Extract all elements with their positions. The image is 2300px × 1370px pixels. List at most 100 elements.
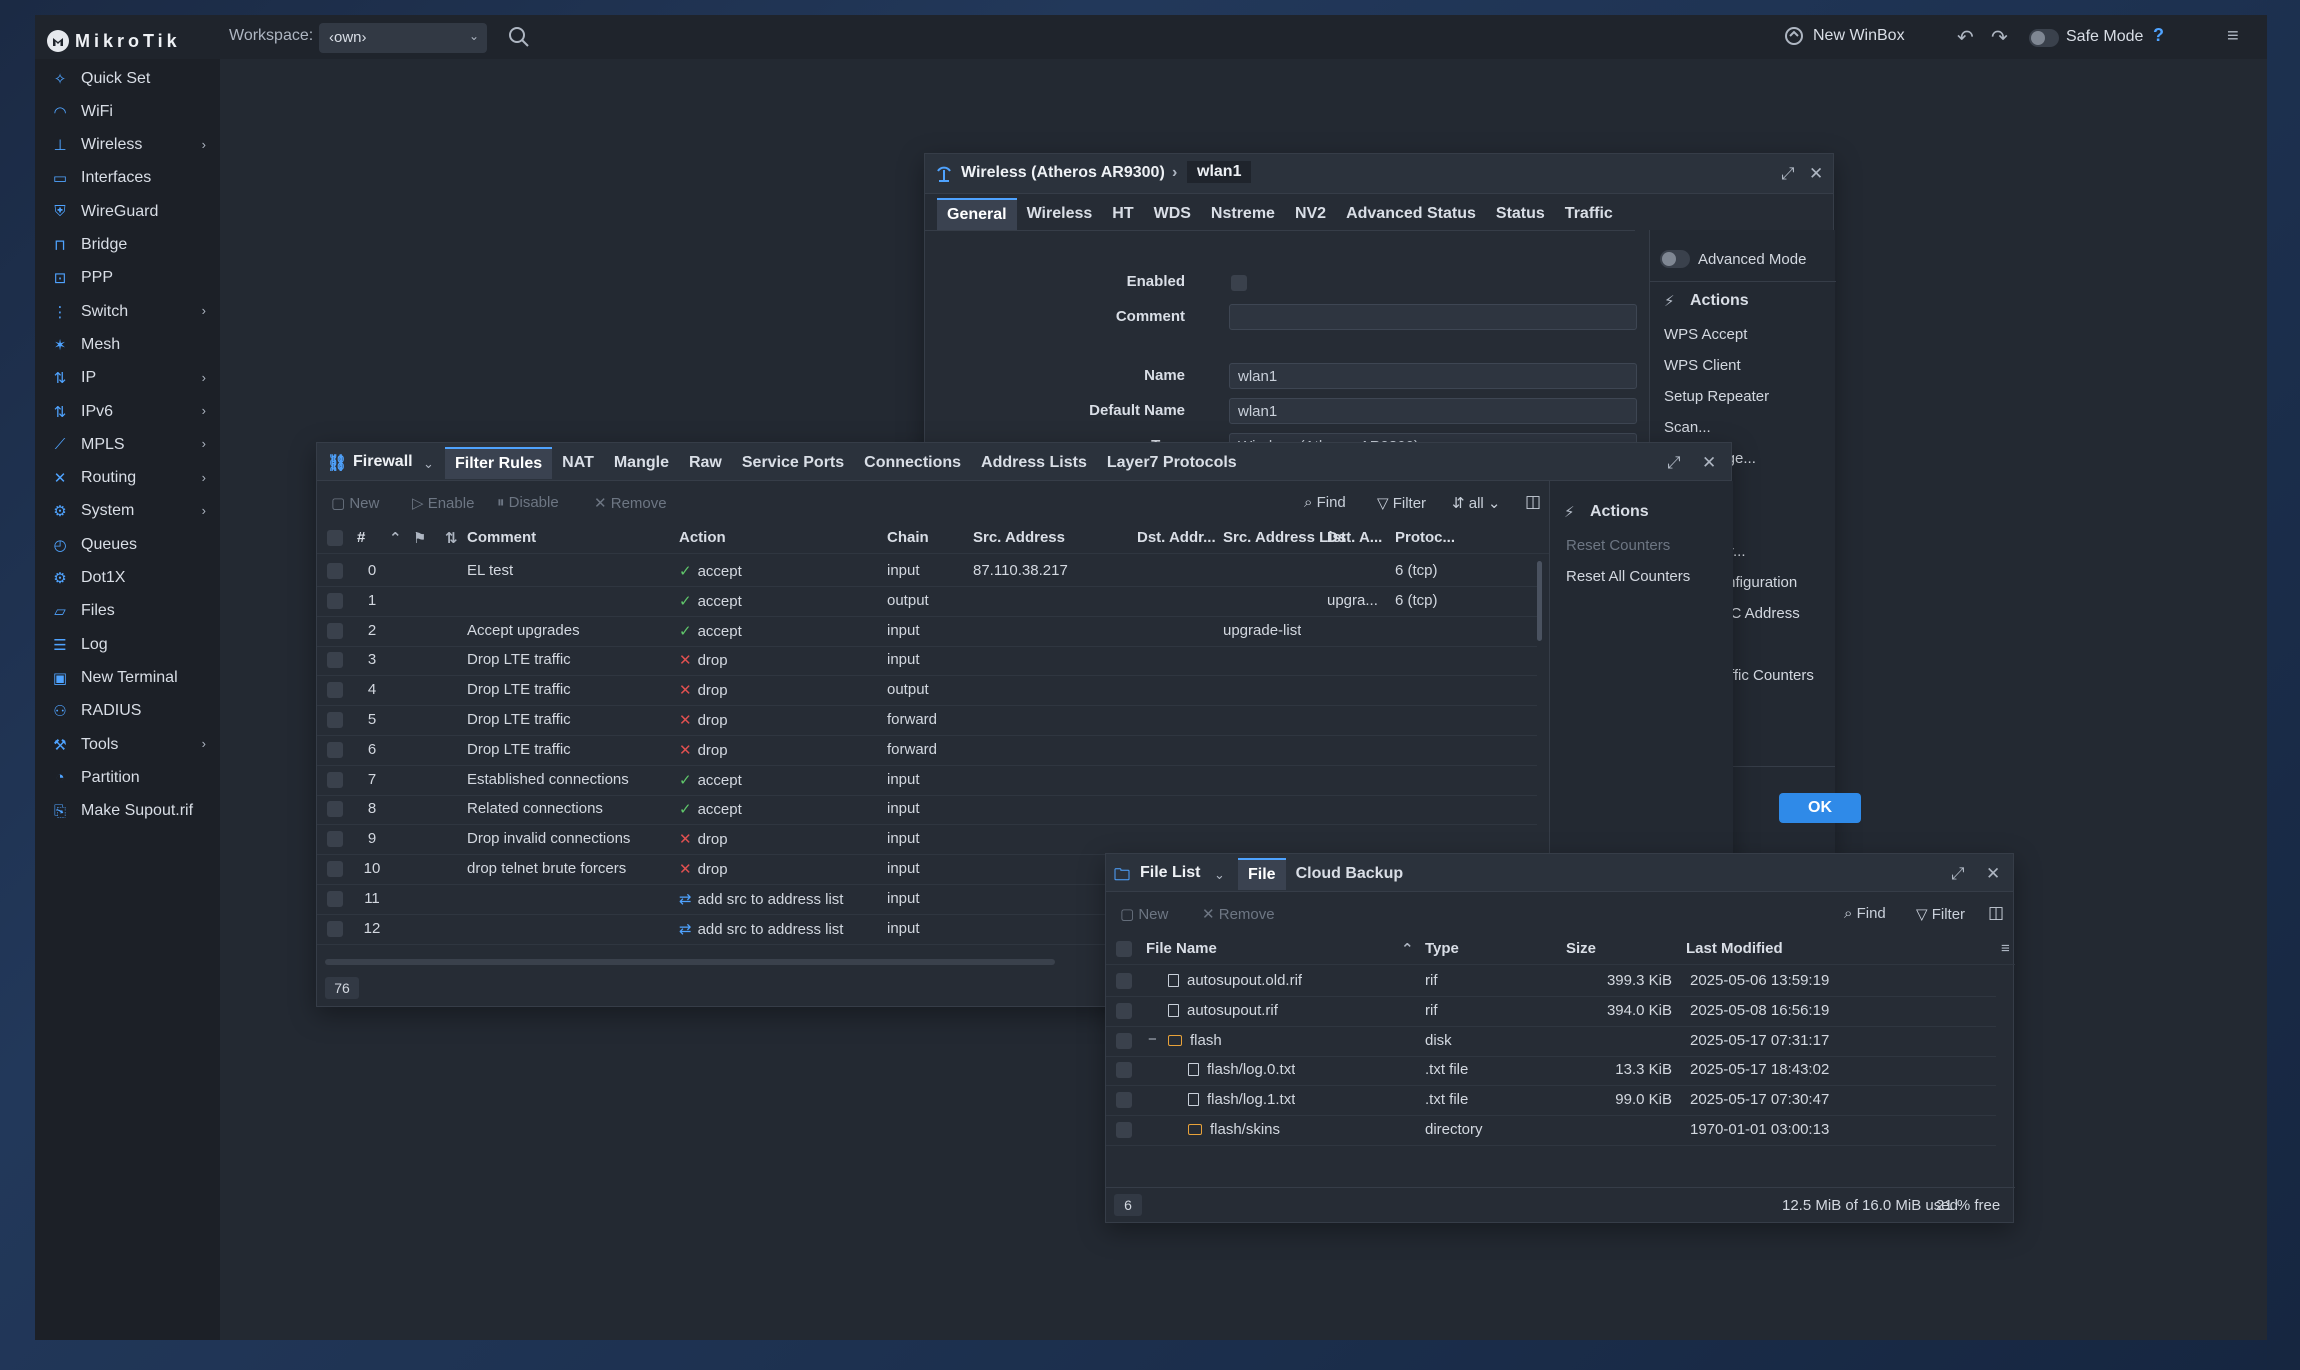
col-last-modified[interactable]: Last Modified [1686, 940, 1783, 957]
firewall-window-titlebar[interactable]: ⛓ Firewall ⌄ Filter Rules NAT Mangle Raw Ser… [317, 443, 1731, 481]
tab-status[interactable]: Status [1486, 198, 1555, 230]
tab-layer7-protocols[interactable]: Layer7 Protocols [1097, 447, 1247, 479]
breadcrumb-wlan1[interactable]: wlan1 [1187, 161, 1252, 183]
chevron-down-icon[interactable]: ⌄ [423, 456, 434, 472]
sidebar-item-wifi[interactable]: ◠ WiFi [35, 95, 220, 128]
new-winbox-button[interactable]: New WinBox [1783, 25, 1905, 47]
action-wps-accept[interactable]: WPS Accept [1664, 326, 1747, 343]
file-row[interactable]: autosupout.old.rif rif 399.3 KiB 2025-05-06… [1106, 967, 2015, 996]
tab-traffic[interactable]: Traffic [1555, 198, 1623, 230]
table-row[interactable]: 8 Related connections ✓ accept input [317, 795, 1537, 824]
row-checkbox[interactable] [327, 831, 343, 848]
columns-panel-icon[interactable]: ◫ [1525, 492, 1541, 512]
hamburger-menu-icon[interactable]: ≡ [2227, 25, 2239, 48]
sidebar-item-radius[interactable]: ⚇ RADIUS [35, 695, 220, 728]
file-row[interactable]: flash/skins directory 1970-01-01 03:00:13 [1106, 1116, 2015, 1145]
tab-address-lists[interactable]: Address Lists [971, 447, 1097, 479]
sort-asc-icon[interactable]: ⌃ [389, 529, 402, 547]
tab-ht[interactable]: HT [1102, 198, 1143, 230]
sidebar-item-mpls[interactable]: ⟋ MPLS › [35, 428, 220, 461]
sidebar-item-new-terminal[interactable]: ▣ New Terminal [35, 661, 220, 694]
row-checkbox[interactable] [327, 890, 343, 907]
col-dst-address[interactable]: Dst. Addr... [1137, 529, 1216, 546]
sidebar-item-partition[interactable]: ◔ Partition [35, 761, 220, 794]
file-remove-button[interactable]: ✕ Remove [1202, 905, 1275, 923]
undo-icon[interactable]: ↶ [1957, 25, 1974, 50]
row-checkbox[interactable] [1116, 1122, 1132, 1138]
table-row[interactable]: 3 Drop LTE traffic ✕ drop input [317, 646, 1537, 675]
sidebar-item-quick-set[interactable]: ✧ Quick Set [35, 62, 220, 95]
row-checkbox[interactable] [327, 861, 343, 877]
tab-advanced-status[interactable]: Advanced Status [1336, 198, 1486, 230]
select-all-checkbox[interactable] [1116, 941, 1132, 957]
tab-nv2[interactable]: NV2 [1285, 198, 1336, 230]
file-row[interactable]: autosupout.rif rif 394.0 KiB 2025-05-08 16:… [1106, 997, 2015, 1026]
table-row[interactable]: 0 EL test ✓ accept input 87.110.38.217 6 (tcp) [317, 557, 1537, 586]
sidebar-item-queues[interactable]: ◴ Queues [35, 528, 220, 561]
sidebar-item-make-supout-rif[interactable]: ⎘ Make Supout.rif [35, 795, 220, 828]
table-row[interactable]: 4 Drop LTE traffic ✕ drop output [317, 676, 1537, 705]
close-icon[interactable]: ✕ [1809, 164, 1823, 184]
chevron-down-icon[interactable]: ⌄ [1214, 867, 1225, 883]
col-file-name[interactable]: File Name [1146, 940, 1217, 957]
flag-icon[interactable]: ⚑ [413, 529, 426, 547]
sidebar-item-tools[interactable]: ⚒ Tools › [35, 728, 220, 761]
sidebar-item-routing[interactable]: ✕ Routing › [35, 462, 220, 495]
col-src-address[interactable]: Src. Address [973, 529, 1065, 546]
file-row[interactable]: − flash disk 2025-05-17 07:31:17 [1106, 1027, 2015, 1056]
sidebar-item-log[interactable]: ☰ Log [35, 628, 220, 661]
row-checkbox[interactable] [327, 682, 343, 699]
advanced-mode-toggle[interactable] [1660, 250, 1690, 268]
file-list-titlebar[interactable]: 🗀 File List ⌄ File Cloud Backup ⤢ ✕ [1106, 854, 2013, 892]
tab-connections[interactable]: Connections [854, 447, 971, 479]
action-reset-counters[interactable]: Reset Counters [1566, 537, 1670, 554]
sidebar-item-switch[interactable]: ⋮ Switch › [35, 295, 220, 328]
search-icon[interactable] [507, 25, 531, 49]
row-checkbox[interactable] [327, 741, 343, 758]
close-icon[interactable]: ✕ [1986, 864, 2000, 884]
tab-general[interactable]: General [937, 198, 1017, 230]
maximize-icon[interactable]: ⤢ [1667, 453, 1681, 473]
select-all-checkbox[interactable] [327, 530, 343, 546]
wireless-window-titlebar[interactable]: Wireless (Atheros AR9300) › wlan1 ⤢ ✕ [925, 154, 1833, 194]
col-type[interactable]: Type [1425, 940, 1459, 957]
table-row[interactable]: 5 Drop LTE traffic ✕ drop forward [317, 706, 1537, 735]
sidebar-item-mesh[interactable]: ✶ Mesh [35, 328, 220, 361]
column-menu-icon[interactable]: ≡ [2001, 940, 2010, 957]
comment-field[interactable] [1229, 304, 1637, 330]
tab-nat[interactable]: NAT [552, 447, 604, 479]
col-number[interactable]: # [357, 529, 365, 546]
file-row[interactable]: flash/log.0.txt .txt file 13.3 KiB 2025-05-… [1106, 1056, 2015, 1085]
vertical-scrollbar[interactable] [1537, 561, 1542, 641]
tab-file[interactable]: File [1238, 858, 1286, 890]
sidebar-item-system[interactable]: ⚙ System › [35, 495, 220, 528]
table-row[interactable]: 2 Accept upgrades ✓ accept input upgrade-list [317, 617, 1537, 646]
col-comment[interactable]: Comment [467, 529, 536, 546]
action-reset-all-counters[interactable]: Reset All Counters [1566, 568, 1690, 585]
tab-wireless[interactable]: Wireless [1017, 198, 1103, 230]
row-checkbox[interactable] [327, 592, 343, 609]
tab-filter-rules[interactable]: Filter Rules [445, 447, 553, 479]
table-row[interactable]: 6 Drop LTE traffic ✕ drop forward [317, 736, 1537, 765]
sidebar-item-ipv6[interactable]: ⇅ IPv6 › [35, 395, 220, 428]
row-checkbox[interactable] [327, 712, 343, 728]
sidebar-item-wireless[interactable]: ⊥ Wireless › [35, 129, 220, 162]
file-find-button[interactable]: ⌕ Find [1844, 905, 1886, 922]
sidebar-item-wireguard[interactable]: ⛨ WireGuard [35, 195, 220, 228]
sidebar-item-bridge[interactable]: ⊓ Bridge [35, 229, 220, 262]
col-chain[interactable]: Chain [887, 529, 929, 546]
table-row[interactable]: 9 Drop invalid connections ✕ drop input [317, 825, 1537, 854]
columns-panel-icon[interactable]: ◫ [1988, 903, 2004, 923]
row-checkbox[interactable] [1116, 1092, 1132, 1109]
firewall-enable-button[interactable]: ▷ Enable [412, 494, 474, 512]
sidebar-item-dot1x[interactable]: ⚙ Dot1X [35, 562, 220, 595]
help-icon[interactable]: ? [2153, 25, 2164, 46]
action-setup-repeater[interactable]: Setup Repeater [1664, 388, 1769, 405]
file-new-button[interactable]: ▢ New [1120, 905, 1168, 923]
row-checkbox[interactable] [1116, 1062, 1132, 1079]
sidebar-item-files[interactable]: ▱ Files [35, 595, 220, 628]
action-wps-client[interactable]: WPS Client [1664, 357, 1741, 374]
row-checkbox[interactable] [1116, 1002, 1132, 1019]
row-checkbox[interactable] [327, 801, 343, 818]
default-name-field[interactable]: wlan1 [1229, 398, 1637, 424]
